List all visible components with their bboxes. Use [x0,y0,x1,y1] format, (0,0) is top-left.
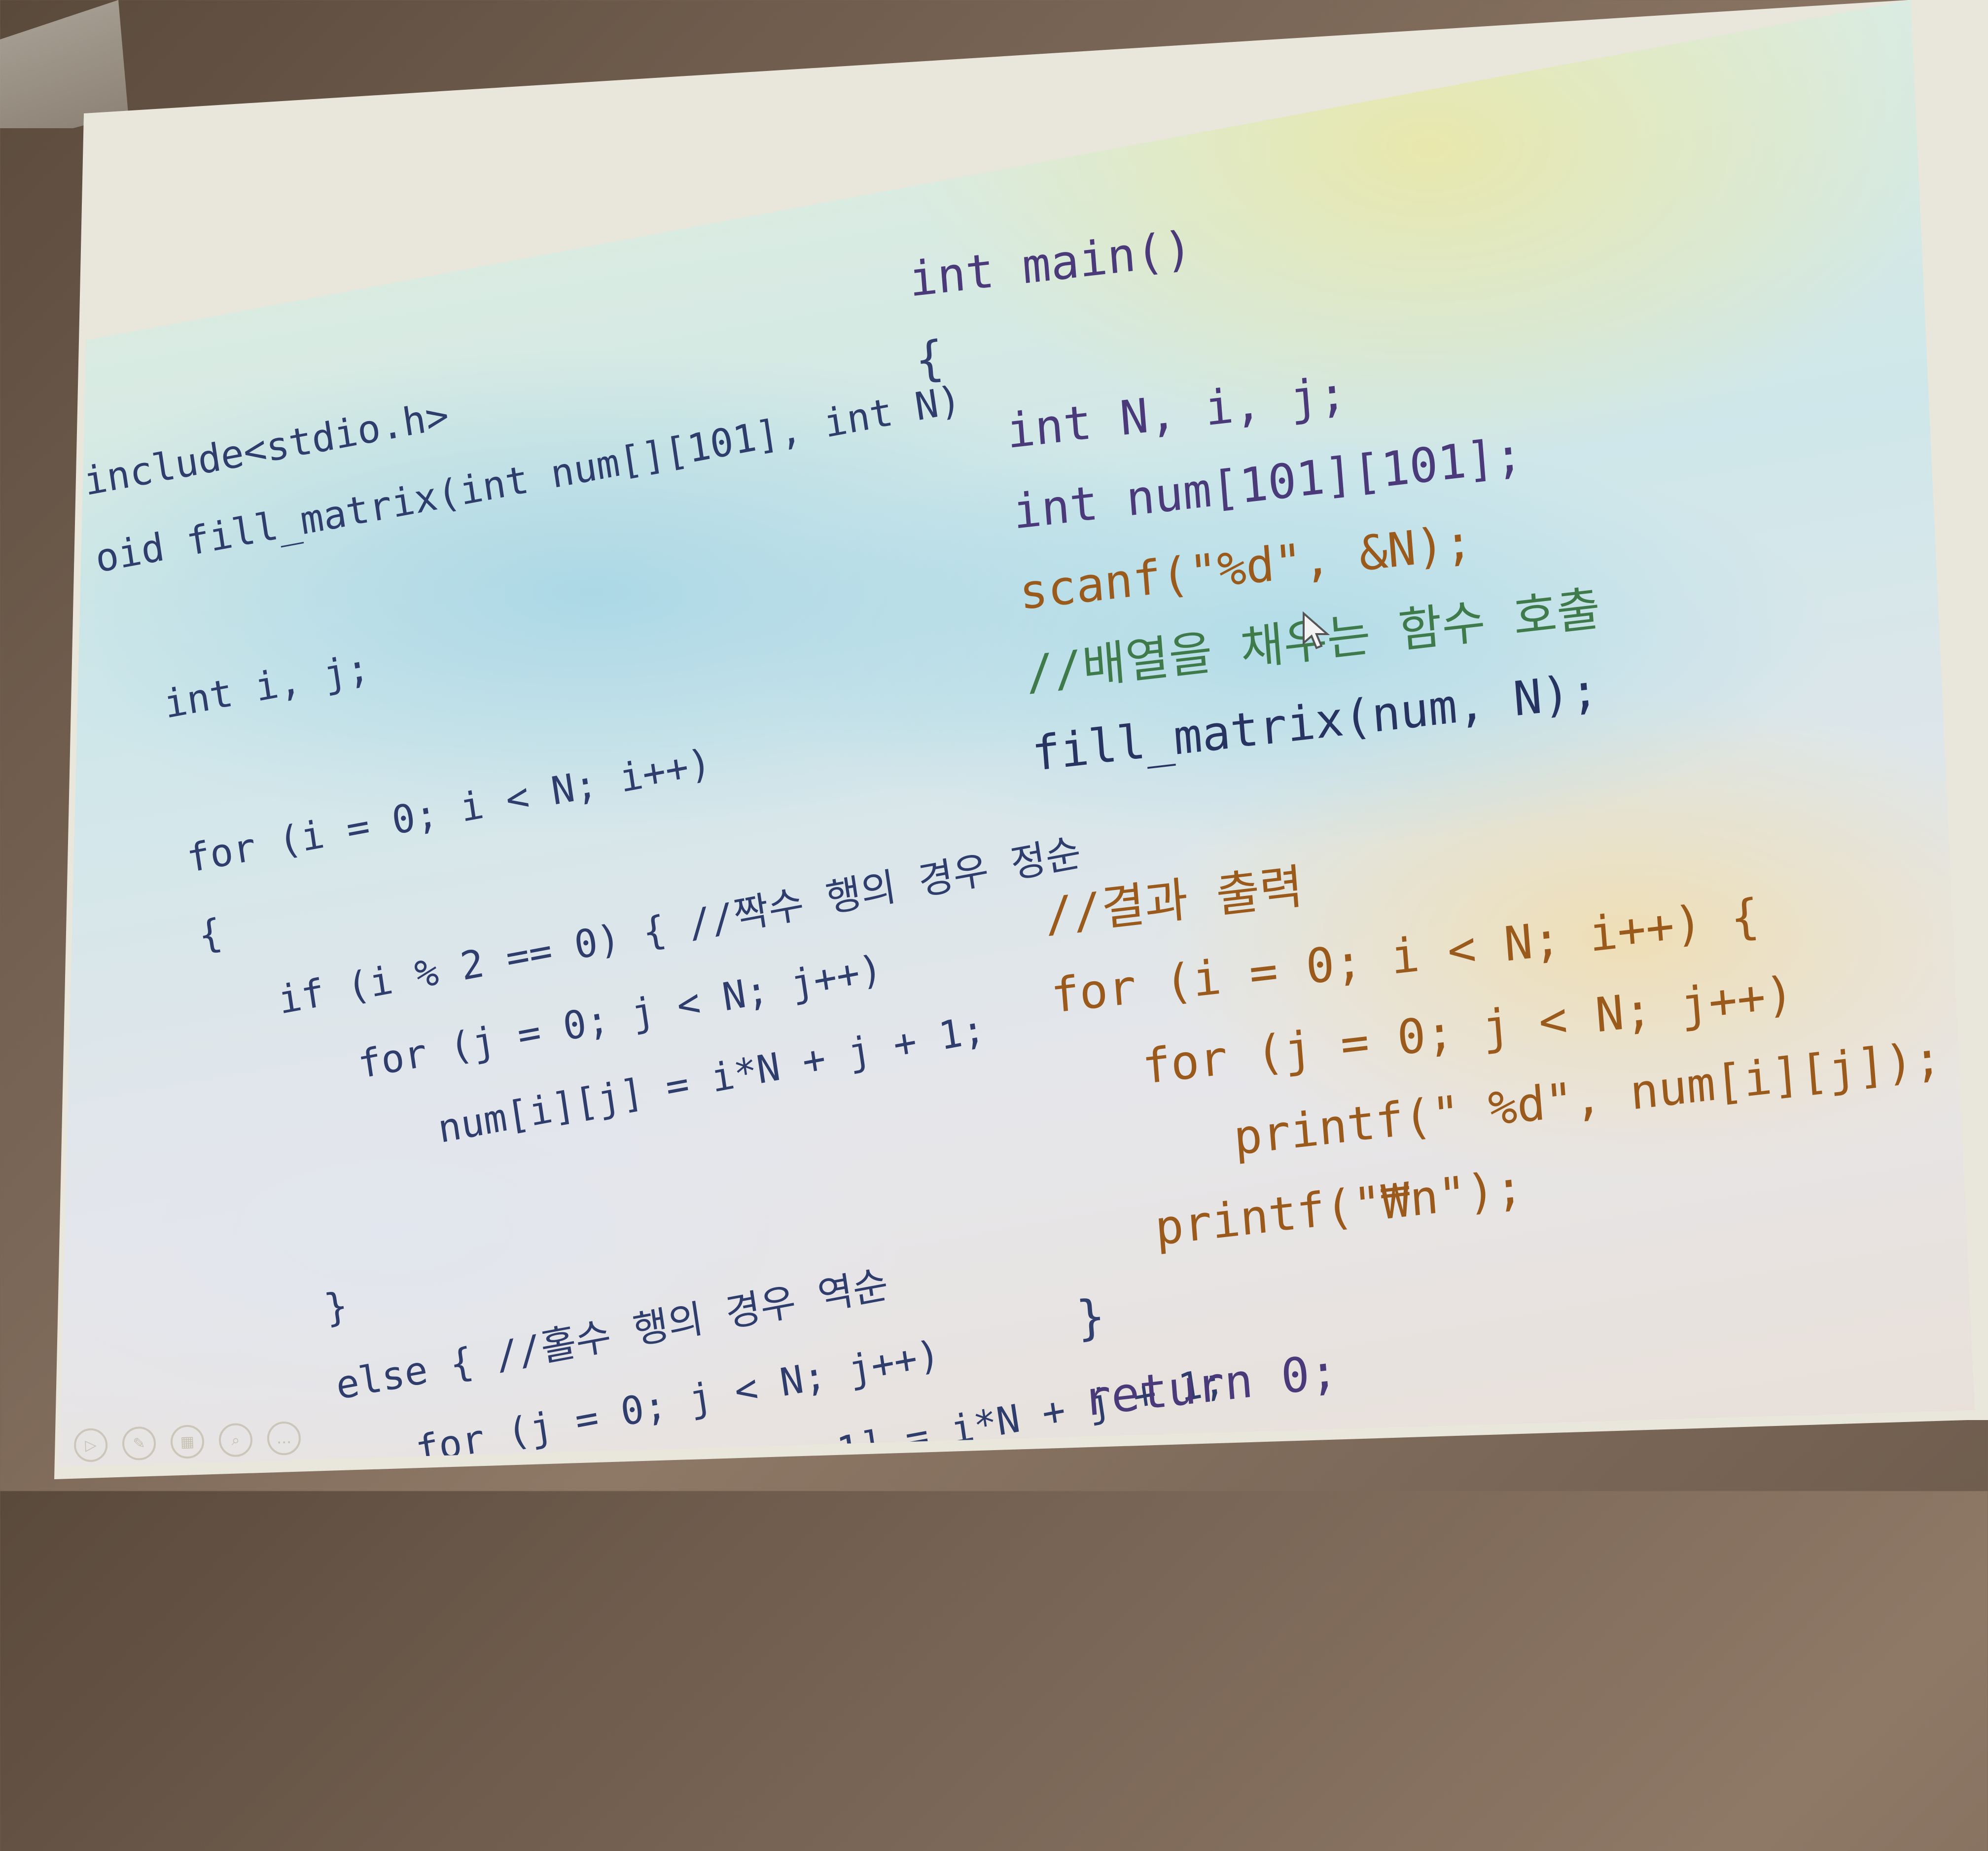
play-icon[interactable]: ▷ [73,1427,108,1463]
slides-icon[interactable]: ▦ [170,1424,205,1459]
projector-edge [0,0,128,128]
code-line: } [265,1669,409,1738]
mouse-cursor-icon [1303,611,1330,649]
main-function-code: int main() { int N, i, j; int num[101][1… [907,147,1971,1467]
zoom-icon[interactable]: ⌕ [218,1423,253,1458]
more-icon[interactable]: … [266,1421,302,1456]
pen-icon[interactable]: ✎ [121,1426,157,1461]
code-line: } [277,1767,306,1815]
